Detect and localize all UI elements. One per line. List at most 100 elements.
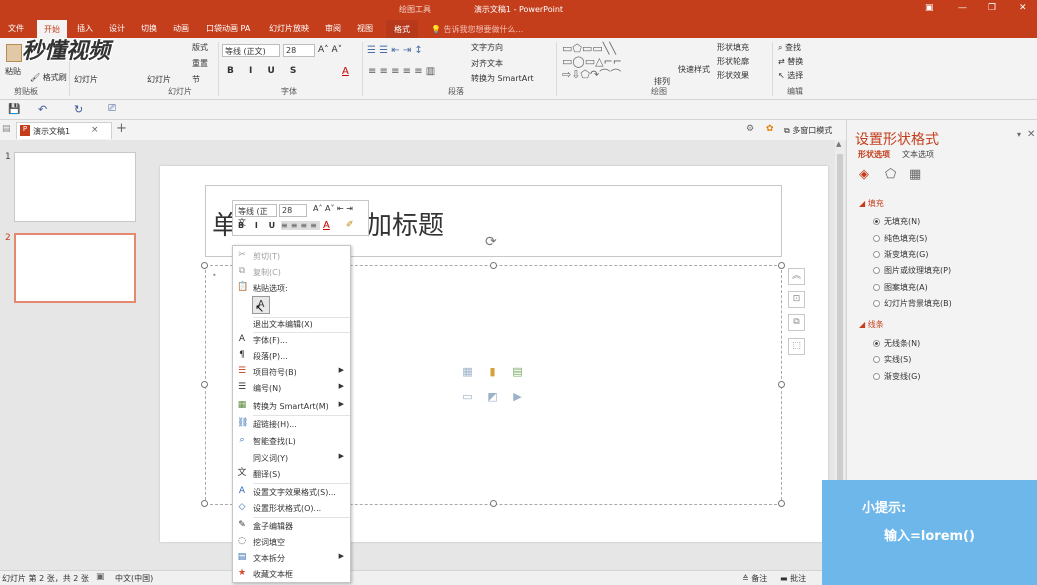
replace-button[interactable]: ⇄ 替换 (778, 56, 803, 67)
scroll-thumb[interactable] (837, 154, 843, 500)
line-option-gradient[interactable]: 渐变线(G) (873, 371, 920, 382)
insert-table-icon[interactable]: ▦ (460, 365, 475, 378)
line-section-header[interactable]: ◢ 线条 (859, 319, 884, 330)
tab-animations[interactable]: 动画 (173, 23, 189, 34)
doc-tab[interactable]: P 演示文稿1 × (16, 122, 112, 139)
tab-list-icon[interactable]: ▤ (2, 124, 11, 134)
shape-effects-button[interactable]: 形状效果 (717, 70, 749, 81)
scroll-up-icon[interactable]: ▲ (836, 140, 841, 148)
format-painter-button[interactable]: 🖌 格式刷 (30, 72, 67, 83)
find-button[interactable]: ⌕ 查找 (778, 42, 801, 53)
mini-grow-shrink-icon[interactable]: A˄ A˅ ⇤ ⇥ (313, 204, 353, 213)
menu-text-split[interactable]: ▤ 文本拆分 ▶ (233, 550, 350, 566)
rotate-handle-icon[interactable]: ⟳ (485, 234, 497, 250)
menu-paste-options[interactable]: 📋 粘贴选项: (233, 280, 350, 296)
mini-align-icons[interactable]: ≡≡≡≡ (281, 221, 320, 230)
menu-exit-text-edit[interactable]: 退出文本编辑(X) (233, 316, 350, 332)
insert-video-icon[interactable]: ▶ (510, 390, 525, 403)
shape-fill-button[interactable]: 形状填充 (717, 42, 749, 53)
menu-format-shape[interactable]: ◇ 设置形状格式(O)... (233, 500, 350, 516)
mini-size-combo[interactable]: 28 (279, 204, 307, 217)
paste-button[interactable]: 粘贴 (5, 66, 21, 77)
font-grow-shrink-icon[interactable]: A˄ A˅ (318, 45, 342, 55)
menu-smart-lookup[interactable]: ⌕ 智能查找(L) (233, 433, 350, 449)
close-icon[interactable]: ✕ (1019, 3, 1027, 13)
line-option-solid[interactable]: 实线(S) (873, 354, 911, 365)
font-size-combo[interactable]: 28 (283, 44, 315, 57)
maximize-icon[interactable]: ❐ (988, 3, 996, 13)
insert-chart-icon[interactable]: ▮ (485, 365, 500, 378)
mini-style-buttons[interactable]: B I U (238, 221, 279, 230)
menu-bullets[interactable]: ☰ 项目符号(B) ▶ (233, 364, 350, 380)
layout-button[interactable]: 版式 (192, 42, 208, 53)
font-color-icon[interactable]: A (342, 66, 349, 77)
select-button[interactable]: ↖ 选择 (778, 70, 803, 81)
align-icons[interactable]: ≡ ≡ ≡ ≡ ≡ ▥ (368, 66, 435, 77)
restore-ribbon-icon[interactable]: ▣ (925, 3, 934, 13)
tab-format[interactable]: 格式 (386, 20, 418, 38)
settings-icon[interactable]: ⚙ (746, 124, 754, 134)
comments-button[interactable]: ▬ 批注 (780, 573, 806, 584)
redo-icon[interactable]: ↻ (74, 103, 83, 116)
new-tab-icon[interactable]: + (116, 121, 127, 136)
close-tab-icon[interactable]: × (91, 125, 99, 135)
resize-handle[interactable] (778, 262, 785, 269)
fill-option-none[interactable]: 无填充(N) (873, 216, 920, 227)
fill-option-background[interactable]: 幻灯片背景填充(B) (873, 298, 952, 309)
fill-line-icon[interactable]: ◈ (859, 167, 869, 182)
resize-handle[interactable] (490, 262, 497, 269)
new-slide-button[interactable]: 幻灯片 (74, 74, 98, 85)
menu-copy[interactable]: ⧉ 复制(C) (233, 264, 350, 280)
paste-icon[interactable] (6, 44, 22, 62)
menu-cut[interactable]: ✂ 剪切(T) (233, 248, 350, 264)
resize-handle[interactable] (201, 500, 208, 507)
menu-numbering[interactable]: ☰ 编号(N) ▶ (233, 380, 350, 396)
menu-translate[interactable]: 文翻译(S) (233, 466, 350, 482)
crop-icon[interactable]: ⬚ (788, 338, 805, 355)
fill-option-gradient[interactable]: 渐变填充(G) (873, 249, 928, 260)
menu-fill-blank[interactable]: ◌ 挖词填空 (233, 534, 350, 550)
tab-transitions[interactable]: 切换 (141, 23, 157, 34)
resize-handle[interactable] (778, 381, 785, 388)
pane-menu-icon[interactable]: ▾ (1017, 130, 1021, 139)
resize-handle[interactable] (201, 381, 208, 388)
mini-font-color-icon[interactable]: A (323, 220, 330, 231)
section-button[interactable]: 节 (192, 74, 200, 85)
convert-smartart-button[interactable]: 转换为 SmartArt (471, 73, 534, 84)
menu-synonyms[interactable]: 同义词(Y) ▶ (233, 450, 350, 466)
tell-me-search[interactable]: 💡 告诉我您想要做什么... (431, 24, 523, 35)
quick-styles-button[interactable]: 快速样式 (678, 64, 710, 75)
slide-thumbnail-1[interactable] (14, 152, 136, 222)
shape-outline-button[interactable]: 形状轮廓 (717, 56, 749, 67)
font-style-buttons[interactable]: B I U S (227, 66, 302, 76)
save-icon[interactable]: 💾 (8, 104, 20, 115)
insert-online-picture-icon[interactable]: ◩ (485, 390, 500, 403)
mini-font-combo[interactable]: 等线 (正文 (235, 204, 277, 227)
resize-handle[interactable] (201, 262, 208, 269)
line-option-none[interactable]: 无线条(N) (873, 338, 920, 349)
resize-handle[interactable] (778, 500, 785, 507)
reset-button[interactable]: 重置 (192, 58, 208, 69)
align-text-button[interactable]: 对齐文本 (471, 58, 503, 69)
insert-smartart-icon[interactable]: ▤ (510, 365, 525, 378)
insert-picture-icon[interactable]: ▭ (460, 390, 475, 403)
tab-shape-options[interactable]: 形状选项 (858, 149, 890, 160)
fill-option-solid[interactable]: 纯色填充(S) (873, 233, 927, 244)
menu-paragraph[interactable]: ¶ 段落(P)... (233, 348, 350, 364)
spelling-icon[interactable]: ▣ (96, 572, 105, 582)
bullets-icon[interactable]: ☰ ☰ ⇤ ⇥ ↕ (367, 45, 423, 56)
copy-format-icon[interactable]: ⧉ (788, 314, 805, 331)
tab-text-options[interactable]: 文本选项 (902, 149, 934, 160)
tab-view[interactable]: 视图 (357, 23, 373, 34)
menu-hyperlink[interactable]: ⛓ 超链接(H)... (233, 416, 350, 432)
text-direction-button[interactable]: 文字方向 (471, 42, 503, 53)
mini-format-painter-icon[interactable]: ✐ (346, 220, 354, 230)
collapse-icon[interactable]: ︽ (788, 268, 805, 285)
tab-pocket-animation[interactable]: 口袋动画 PA (206, 23, 250, 34)
minimize-icon[interactable]: — (958, 3, 967, 13)
language-status[interactable]: 中文(中国) (115, 573, 153, 584)
pane-close-icon[interactable]: ✕ (1027, 129, 1035, 140)
multi-window-mode-button[interactable]: ⧉ 多窗口模式 (784, 125, 832, 136)
effects-icon[interactable]: ⬠ (885, 167, 896, 182)
tab-slideshow[interactable]: 幻灯片放映 (269, 23, 309, 34)
